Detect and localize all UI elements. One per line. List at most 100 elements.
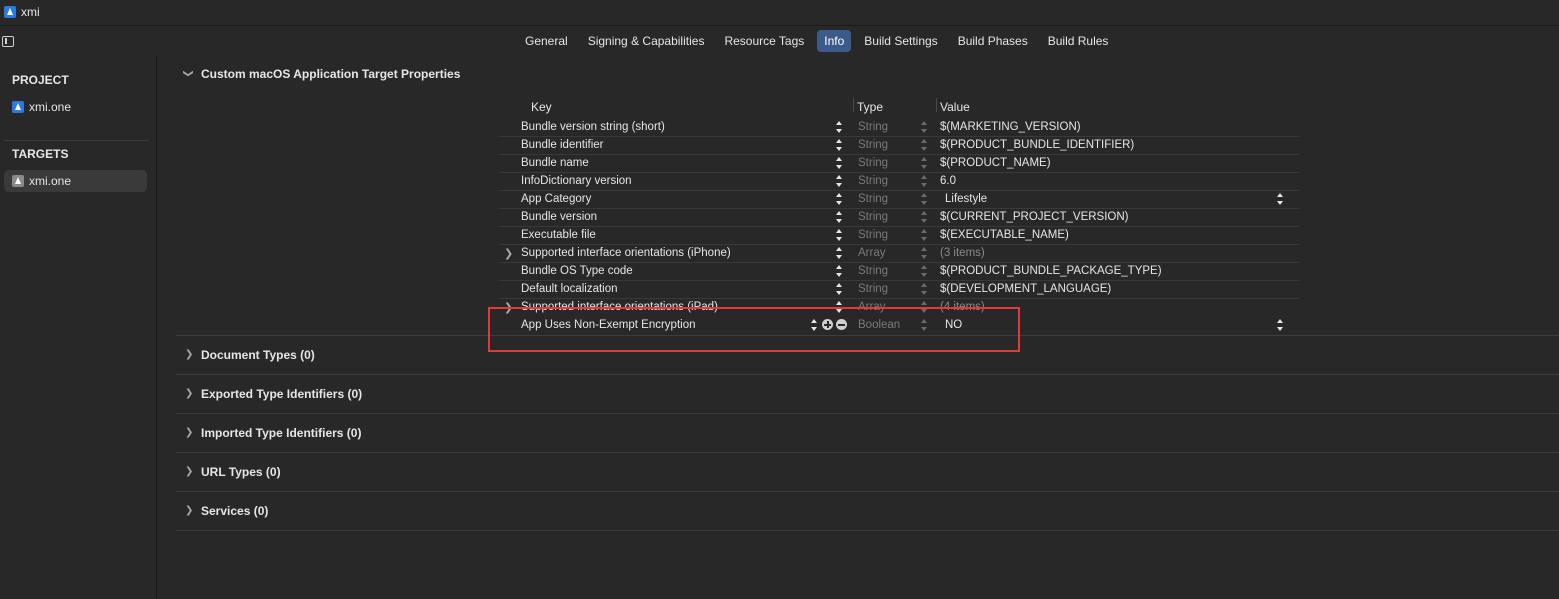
key-stepper-icon[interactable] xyxy=(835,229,843,242)
table-row-selected[interactable]: App Uses Non-Exempt Encryption Boolean N… xyxy=(499,317,1299,335)
type-stepper-icon[interactable] xyxy=(920,211,928,224)
title-bar: xmi xyxy=(0,0,1559,26)
key-stepper-icon[interactable] xyxy=(810,319,818,332)
table-row[interactable]: Bundle OS Type code String $(PRODUCT_BUN… xyxy=(499,263,1299,281)
editor-tab-bar: General Signing & Capabilities Resource … xyxy=(0,27,1559,54)
type-stepper-icon[interactable] xyxy=(920,175,928,188)
row-value[interactable]: $(PRODUCT_NAME) xyxy=(940,157,1051,169)
row-value: (4 items) xyxy=(940,301,985,313)
table-row[interactable]: ❯ Supported interface orientations (iPho… xyxy=(499,245,1299,263)
row-key: Executable file xyxy=(521,229,596,241)
row-type: String xyxy=(858,157,889,169)
type-stepper-icon[interactable] xyxy=(920,157,928,170)
row-value[interactable]: $(CURRENT_PROJECT_VERSION) xyxy=(940,211,1129,223)
type-stepper-icon[interactable] xyxy=(920,319,928,332)
table-row[interactable]: Bundle name String $(PRODUCT_NAME) xyxy=(499,155,1299,173)
row-key: App Uses Non-Exempt Encryption xyxy=(521,319,696,331)
row-value[interactable]: 6.0 xyxy=(940,175,956,187)
chevron-right-icon[interactable]: ❯ xyxy=(185,466,193,477)
type-stepper-icon[interactable] xyxy=(920,229,928,242)
tab-signing-capabilities[interactable]: Signing & Capabilities xyxy=(581,30,712,52)
section-divider xyxy=(176,413,1559,414)
tab-build-rules[interactable]: Build Rules xyxy=(1041,30,1116,52)
tab-build-phases[interactable]: Build Phases xyxy=(951,30,1035,52)
row-value[interactable]: $(PRODUCT_BUNDLE_PACKAGE_TYPE) xyxy=(940,265,1162,277)
popup-chevron-icon[interactable] xyxy=(1276,193,1284,206)
chevron-down-icon[interactable]: ❯ xyxy=(183,69,194,77)
tab-info[interactable]: Info xyxy=(817,30,852,52)
key-stepper-icon[interactable] xyxy=(835,157,843,170)
row-type: String xyxy=(858,121,889,133)
key-stepper-icon[interactable] xyxy=(835,265,843,278)
sidebar-item-target[interactable]: xmi.one xyxy=(4,170,147,192)
sidebar-item-label: xmi.one xyxy=(29,174,72,188)
project-icon xyxy=(12,101,24,113)
sidebar-item-project[interactable]: xmi.one xyxy=(4,96,147,118)
type-stepper-icon[interactable] xyxy=(920,139,928,152)
row-type: String xyxy=(858,139,889,151)
table-row[interactable]: Executable file String $(EXECUTABLE_NAME… xyxy=(499,227,1299,245)
tab-build-settings[interactable]: Build Settings xyxy=(857,30,944,52)
key-stepper-icon[interactable] xyxy=(835,175,843,188)
type-stepper-icon[interactable] xyxy=(920,121,928,134)
row-type: String xyxy=(858,175,889,187)
table-row[interactable]: InfoDictionary version String 6.0 xyxy=(499,173,1299,191)
sidebar-toggle-icon[interactable] xyxy=(2,36,14,47)
column-type[interactable]: Type xyxy=(857,100,883,114)
type-stepper-icon[interactable] xyxy=(920,247,928,260)
add-row-icon[interactable] xyxy=(822,319,833,330)
section-title: URL Types (0) xyxy=(201,465,281,479)
row-type: String xyxy=(858,211,889,223)
row-key: Supported interface orientations (iPad) xyxy=(521,301,718,313)
chevron-right-icon[interactable]: ❯ xyxy=(185,427,193,438)
type-stepper-icon[interactable] xyxy=(920,301,928,314)
table-row[interactable]: Bundle identifier String $(PRODUCT_BUNDL… xyxy=(499,137,1299,155)
key-stepper-icon[interactable] xyxy=(835,247,843,260)
disclosure-chevron-icon[interactable]: ❯ xyxy=(504,301,513,314)
chevron-right-icon[interactable]: ❯ xyxy=(185,505,193,516)
type-stepper-icon[interactable] xyxy=(920,283,928,296)
table-row[interactable]: Bundle version String $(CURRENT_PROJECT_… xyxy=(499,209,1299,227)
category-popup-value[interactable]: Lifestyle xyxy=(945,193,987,205)
row-value: (3 items) xyxy=(940,247,985,259)
table-row[interactable]: ❯ Supported interface orientations (iPad… xyxy=(499,299,1299,314)
row-key: Bundle identifier xyxy=(521,139,604,151)
key-stepper-icon[interactable] xyxy=(835,139,843,152)
column-value[interactable]: Value xyxy=(940,100,970,114)
xcode-app-icon xyxy=(4,6,16,18)
key-stepper-icon[interactable] xyxy=(835,121,843,134)
chevron-right-icon[interactable]: ❯ xyxy=(185,388,193,399)
sidebar-divider xyxy=(4,140,149,141)
table-row[interactable]: Default localization String $(DEVELOPMEN… xyxy=(499,281,1299,299)
row-key: App Category xyxy=(521,193,592,205)
row-key: Default localization xyxy=(521,283,618,295)
type-stepper-icon[interactable] xyxy=(920,265,928,278)
popup-chevron-icon[interactable] xyxy=(1276,319,1284,332)
row-value[interactable]: $(PRODUCT_BUNDLE_IDENTIFIER) xyxy=(940,139,1134,151)
type-stepper-icon[interactable] xyxy=(920,193,928,206)
key-stepper-icon[interactable] xyxy=(835,211,843,224)
column-key[interactable]: Key xyxy=(531,100,552,114)
disclosure-chevron-icon[interactable]: ❯ xyxy=(504,247,513,260)
section-divider xyxy=(176,374,1559,375)
row-value[interactable]: $(DEVELOPMENT_LANGUAGE) xyxy=(940,283,1111,295)
table-row[interactable]: Bundle version string (short) String $(M… xyxy=(499,119,1299,137)
row-type: Array xyxy=(858,301,886,313)
row-key: Bundle version string (short) xyxy=(521,121,665,133)
key-stepper-icon[interactable] xyxy=(835,283,843,296)
row-key: Bundle name xyxy=(521,157,589,169)
key-stepper-icon[interactable] xyxy=(835,193,843,206)
row-value[interactable]: $(MARKETING_VERSION) xyxy=(940,121,1081,133)
row-value[interactable]: $(EXECUTABLE_NAME) xyxy=(940,229,1069,241)
tab-general[interactable]: General xyxy=(518,30,575,52)
chevron-right-icon[interactable]: ❯ xyxy=(185,349,193,360)
section-divider xyxy=(176,452,1559,453)
target-icon xyxy=(12,175,24,187)
section-title: Custom macOS Application Target Properti… xyxy=(201,67,461,81)
tab-resource-tags[interactable]: Resource Tags xyxy=(717,30,811,52)
key-stepper-icon[interactable] xyxy=(835,301,843,314)
tabs: General Signing & Capabilities Resource … xyxy=(518,30,1115,52)
table-row[interactable]: App Category String Lifestyle xyxy=(499,191,1299,209)
remove-row-icon[interactable] xyxy=(836,319,847,330)
encryption-popup-value[interactable]: NO xyxy=(945,319,962,331)
